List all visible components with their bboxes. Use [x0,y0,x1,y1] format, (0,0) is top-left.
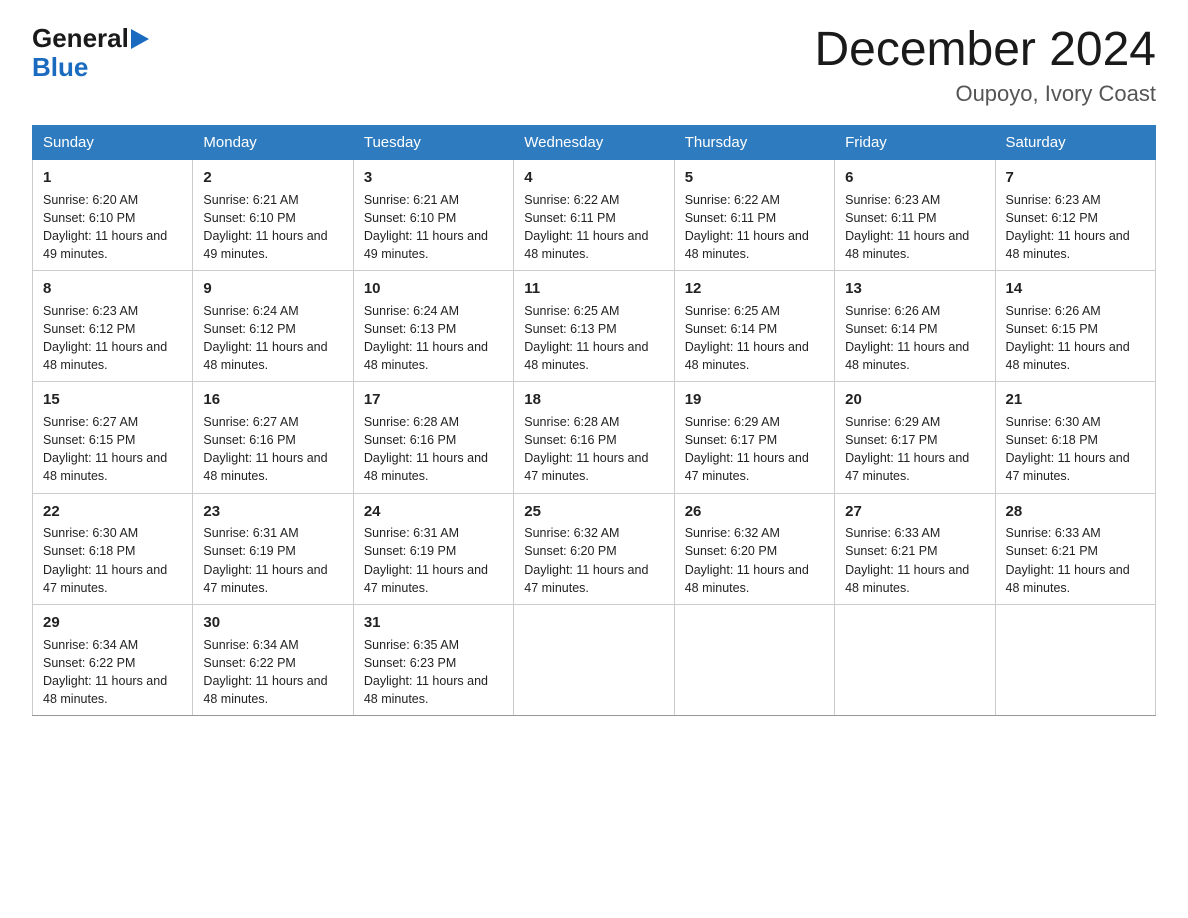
day-number: 26 [685,501,824,523]
calendar-cell: 29Sunrise: 6:34 AMSunset: 6:22 PMDayligh… [33,604,193,715]
day-number: 13 [845,278,984,300]
day-number: 18 [524,389,663,411]
weekday-header-friday: Friday [835,125,995,159]
calendar-cell: 31Sunrise: 6:35 AMSunset: 6:23 PMDayligh… [353,604,513,715]
calendar-cell: 26Sunrise: 6:32 AMSunset: 6:20 PMDayligh… [674,493,834,604]
calendar-cell: 27Sunrise: 6:33 AMSunset: 6:21 PMDayligh… [835,493,995,604]
calendar-cell: 21Sunrise: 6:30 AMSunset: 6:18 PMDayligh… [995,382,1155,493]
logo-blue-text: Blue [32,53,88,82]
calendar-cell: 9Sunrise: 6:24 AMSunset: 6:12 PMDaylight… [193,271,353,382]
location-subtitle: Oupoyo, Ivory Coast [814,81,1156,107]
calendar-cell: 30Sunrise: 6:34 AMSunset: 6:22 PMDayligh… [193,604,353,715]
calendar-cell: 17Sunrise: 6:28 AMSunset: 6:16 PMDayligh… [353,382,513,493]
day-number: 24 [364,501,503,523]
day-number: 7 [1006,167,1145,189]
calendar-cell: 16Sunrise: 6:27 AMSunset: 6:16 PMDayligh… [193,382,353,493]
calendar-cell [995,604,1155,715]
calendar-cell: 6Sunrise: 6:23 AMSunset: 6:11 PMDaylight… [835,159,995,270]
day-number: 5 [685,167,824,189]
calendar-cell: 24Sunrise: 6:31 AMSunset: 6:19 PMDayligh… [353,493,513,604]
day-number: 8 [43,278,182,300]
title-section: December 2024 Oupoyo, Ivory Coast [814,24,1156,107]
calendar-cell: 25Sunrise: 6:32 AMSunset: 6:20 PMDayligh… [514,493,674,604]
day-number: 21 [1006,389,1145,411]
day-number: 3 [364,167,503,189]
calendar-cell: 10Sunrise: 6:24 AMSunset: 6:13 PMDayligh… [353,271,513,382]
weekday-header-tuesday: Tuesday [353,125,513,159]
calendar-cell: 14Sunrise: 6:26 AMSunset: 6:15 PMDayligh… [995,271,1155,382]
page-header: General Blue December 2024 Oupoyo, Ivory… [32,24,1156,107]
day-number: 29 [43,612,182,634]
day-number: 28 [1006,501,1145,523]
weekday-header-row: SundayMondayTuesdayWednesdayThursdayFrid… [33,125,1156,159]
calendar-cell [514,604,674,715]
day-number: 4 [524,167,663,189]
day-number: 23 [203,501,342,523]
calendar-table: SundayMondayTuesdayWednesdayThursdayFrid… [32,125,1156,716]
calendar-cell: 20Sunrise: 6:29 AMSunset: 6:17 PMDayligh… [835,382,995,493]
day-number: 31 [364,612,503,634]
calendar-week-row: 15Sunrise: 6:27 AMSunset: 6:15 PMDayligh… [33,382,1156,493]
calendar-cell: 28Sunrise: 6:33 AMSunset: 6:21 PMDayligh… [995,493,1155,604]
day-number: 1 [43,167,182,189]
day-number: 12 [685,278,824,300]
day-number: 14 [1006,278,1145,300]
weekday-header-sunday: Sunday [33,125,193,159]
calendar-cell: 22Sunrise: 6:30 AMSunset: 6:18 PMDayligh… [33,493,193,604]
weekday-header-saturday: Saturday [995,125,1155,159]
calendar-cell: 2Sunrise: 6:21 AMSunset: 6:10 PMDaylight… [193,159,353,270]
calendar-cell [674,604,834,715]
day-number: 30 [203,612,342,634]
day-number: 9 [203,278,342,300]
calendar-cell: 13Sunrise: 6:26 AMSunset: 6:14 PMDayligh… [835,271,995,382]
day-number: 10 [364,278,503,300]
logo: General Blue [32,24,149,81]
calendar-week-row: 1Sunrise: 6:20 AMSunset: 6:10 PMDaylight… [33,159,1156,270]
day-number: 17 [364,389,503,411]
weekday-header-wednesday: Wednesday [514,125,674,159]
day-number: 27 [845,501,984,523]
calendar-cell: 3Sunrise: 6:21 AMSunset: 6:10 PMDaylight… [353,159,513,270]
logo-general-text: General [32,24,129,53]
weekday-header-monday: Monday [193,125,353,159]
day-number: 16 [203,389,342,411]
calendar-cell: 15Sunrise: 6:27 AMSunset: 6:15 PMDayligh… [33,382,193,493]
day-number: 20 [845,389,984,411]
calendar-cell: 12Sunrise: 6:25 AMSunset: 6:14 PMDayligh… [674,271,834,382]
day-number: 6 [845,167,984,189]
month-year-title: December 2024 [814,24,1156,77]
day-number: 19 [685,389,824,411]
day-number: 25 [524,501,663,523]
calendar-cell: 5Sunrise: 6:22 AMSunset: 6:11 PMDaylight… [674,159,834,270]
calendar-cell: 4Sunrise: 6:22 AMSunset: 6:11 PMDaylight… [514,159,674,270]
calendar-cell: 11Sunrise: 6:25 AMSunset: 6:13 PMDayligh… [514,271,674,382]
calendar-week-row: 29Sunrise: 6:34 AMSunset: 6:22 PMDayligh… [33,604,1156,715]
day-number: 22 [43,501,182,523]
calendar-cell: 1Sunrise: 6:20 AMSunset: 6:10 PMDaylight… [33,159,193,270]
day-number: 11 [524,278,663,300]
calendar-week-row: 8Sunrise: 6:23 AMSunset: 6:12 PMDaylight… [33,271,1156,382]
calendar-cell: 7Sunrise: 6:23 AMSunset: 6:12 PMDaylight… [995,159,1155,270]
day-number: 2 [203,167,342,189]
calendar-cell: 23Sunrise: 6:31 AMSunset: 6:19 PMDayligh… [193,493,353,604]
calendar-week-row: 22Sunrise: 6:30 AMSunset: 6:18 PMDayligh… [33,493,1156,604]
calendar-cell: 19Sunrise: 6:29 AMSunset: 6:17 PMDayligh… [674,382,834,493]
day-number: 15 [43,389,182,411]
weekday-header-thursday: Thursday [674,125,834,159]
calendar-cell [835,604,995,715]
logo-arrow-icon [131,29,149,49]
calendar-cell: 8Sunrise: 6:23 AMSunset: 6:12 PMDaylight… [33,271,193,382]
calendar-cell: 18Sunrise: 6:28 AMSunset: 6:16 PMDayligh… [514,382,674,493]
